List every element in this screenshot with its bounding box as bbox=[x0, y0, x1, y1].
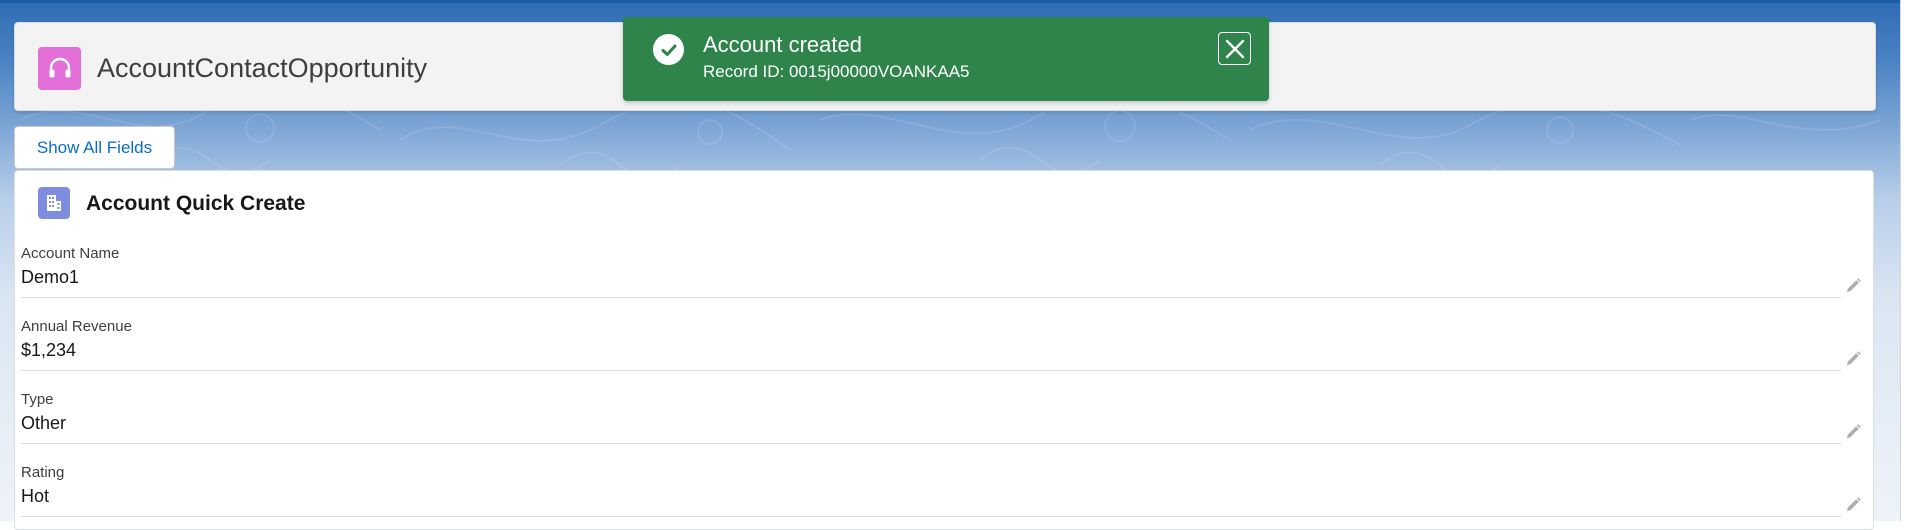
app-title: AccountContactOpportunity bbox=[97, 53, 428, 83]
pencil-edit-icon[interactable] bbox=[1844, 350, 1862, 368]
field-label: Rating bbox=[21, 464, 65, 481]
field-account-name: Account Name Demo1 bbox=[21, 245, 1866, 305]
window-scrollbar[interactable] bbox=[1900, 0, 1913, 521]
top-accent-bar bbox=[0, 0, 1900, 3]
field-label: Annual Revenue bbox=[21, 318, 132, 335]
toast-close-button[interactable] bbox=[1218, 32, 1251, 65]
toast-title: Account created bbox=[703, 32, 862, 57]
field-value: Hot bbox=[21, 486, 50, 506]
field-type: Type Other bbox=[21, 391, 1866, 451]
field-label: Account Name bbox=[21, 245, 120, 262]
pencil-edit-icon[interactable] bbox=[1844, 423, 1862, 441]
field-value: $1,234 bbox=[21, 340, 77, 360]
pencil-edit-icon[interactable] bbox=[1844, 277, 1862, 295]
field-divider bbox=[21, 370, 1841, 371]
success-check-icon bbox=[653, 34, 684, 65]
pencil-edit-icon[interactable] bbox=[1844, 496, 1862, 514]
toast-message: Record ID: 0015j00000VOANKAA5 bbox=[703, 62, 970, 81]
field-label: Type bbox=[21, 391, 54, 408]
card-title: Account Quick Create bbox=[86, 192, 306, 215]
show-all-fields-button[interactable]: Show All Fields bbox=[14, 126, 175, 169]
field-rating: Rating Hot bbox=[21, 464, 1866, 524]
headset-icon bbox=[38, 47, 81, 90]
close-icon bbox=[1225, 39, 1244, 58]
field-divider bbox=[21, 297, 1841, 298]
field-annual-revenue: Annual Revenue $1,234 bbox=[21, 318, 1866, 378]
field-divider bbox=[21, 443, 1841, 444]
account-quick-create-card: Account Quick Create Account Name Demo1 … bbox=[14, 170, 1874, 530]
account-building-icon bbox=[38, 187, 70, 219]
field-divider bbox=[21, 516, 1841, 517]
field-value: Other bbox=[21, 413, 67, 433]
field-value: Demo1 bbox=[21, 267, 80, 287]
success-toast: Account created Record ID: 0015j00000VOA… bbox=[623, 17, 1269, 101]
